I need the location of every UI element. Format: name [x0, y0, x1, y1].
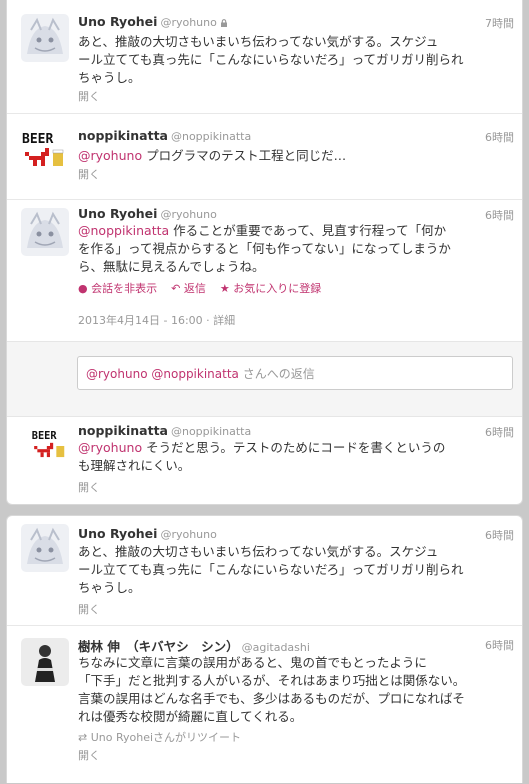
tweet-header: Uno Ryohei @ryohuno 7時間 — [78, 14, 514, 32]
screen-name[interactable]: @ryohuno — [160, 208, 216, 221]
timestamp[interactable]: 6時間 — [485, 424, 514, 440]
reply-area: @ryohuno @noppikinatta さんへの返信 — [7, 341, 522, 417]
tweet-header: 樹林 伸 （キバヤシ シン） @agitadashi 6時間 — [78, 636, 514, 654]
expand-link[interactable]: 開く — [78, 747, 100, 763]
tweet-line: を作る」って視点からすると「何も作ってない」になってしまうか — [78, 241, 451, 256]
tweet[interactable]: 樹林 伸 （キバヤシ シン） @agitadashi 6時間 ちなみに文章に言葉の… — [7, 626, 522, 784]
user-name[interactable]: noppikinatta — [78, 423, 168, 438]
expand-link[interactable]: 開く — [78, 601, 100, 617]
timestamp[interactable]: 6時間 — [485, 527, 514, 543]
conversation-block: Uno Ryohei @ryohuno 7時間 あと、推敲の大切さもいまいち伝わっ… — [6, 0, 523, 505]
user-name[interactable]: noppikinatta — [78, 128, 168, 143]
user-name[interactable]: Uno Ryohei — [78, 526, 157, 541]
tweet-text: あと、推敲の大切さもいまいち伝わってない気がする。スケジュ ール立てても真っ先に… — [78, 33, 504, 87]
tweet-header: noppikinatta @noppikinatta 6時間 — [78, 128, 514, 146]
conversation-block: Uno Ryohei @ryohuno 6時間 あと、推敲の大切さもいまいち伝わっ… — [6, 515, 523, 783]
timeline: Uno Ryohei @ryohuno 7時間 あと、推敲の大切さもいまいち伝わっ… — [0, 0, 529, 783]
avatar[interactable] — [21, 524, 69, 572]
tweet-header: Uno Ryohei @ryohuno 6時間 — [78, 526, 514, 544]
details-link[interactable]: 詳細 — [213, 314, 235, 327]
expand-link[interactable]: 開く — [78, 166, 100, 182]
tweet-line: ちゃうし。 — [78, 70, 141, 85]
tweet-text: @ryohuno プログラマのテスト工程と同じだ… — [78, 147, 504, 165]
retweet-icon: ⇄ — [78, 731, 88, 744]
tweet-line: 「下手」だと批判する人がいるが、それはあまり巧拙とは関係ない。 — [78, 673, 466, 688]
svg-text:BEER: BEER — [32, 430, 58, 442]
timestamp[interactable]: 6時間 — [485, 207, 514, 223]
tweet-line: も理解されにくい。 — [78, 458, 191, 473]
tweet-meta: 2013年4月14日 - 16:00 · 詳細 — [78, 314, 236, 327]
reply-input[interactable]: @ryohuno @noppikinatta さんへの返信 — [77, 356, 513, 390]
favorite-button[interactable]: ★ お気に入りに登録 — [220, 282, 321, 295]
tweet-text: あと、推敲の大切さもいまいち伝わってない気がする。スケジュ ール立てても真っ先に… — [78, 543, 504, 597]
tweet-body: プログラマのテスト工程と同じだ… — [142, 148, 347, 163]
screen-name[interactable]: @noppikinatta — [171, 425, 251, 438]
tweet[interactable]: BEER noppikinatta @noppikinatta 6時間 @ryoh… — [7, 114, 522, 200]
tweet-line: あと、推敲の大切さもいまいち伝わってない気がする。スケジュ — [78, 34, 439, 49]
tweet-line: あと、推敲の大切さもいまいち伝わってない気がする。スケジュ — [78, 544, 439, 559]
avatar[interactable] — [21, 14, 69, 62]
expand-link[interactable]: 開く — [78, 88, 100, 104]
tweet[interactable]: BEER noppikinatta @noppikinatta 6時間 @ryoh… — [7, 417, 522, 503]
tweet-text: @noppikinatta 作ることが重要であって、見直す行程って「何か を作る… — [78, 222, 504, 276]
timestamp[interactable]: 6時間 — [485, 129, 514, 145]
retweet-indicator: ⇄ Uno Ryoheiさんがリツイート — [78, 731, 242, 744]
tweet-line: そうだと思う。テストのためにコードを書くというの — [142, 440, 446, 455]
timestamp[interactable]: 6時間 — [485, 637, 514, 653]
lock-icon — [220, 19, 227, 27]
star-icon: ★ — [219, 282, 230, 295]
screen-name[interactable]: @ryohuno — [160, 528, 216, 541]
tweet-line: 作ることが重要であって、見直す行程って「何か — [169, 223, 447, 238]
user-name[interactable]: Uno Ryohei — [78, 14, 157, 29]
avatar[interactable] — [21, 208, 69, 256]
reply-arrow-icon: ↶ — [171, 282, 181, 295]
tweet[interactable]: Uno Ryohei @ryohuno 7時間 あと、推敲の大切さもいまいち伝わっ… — [7, 0, 522, 114]
tweet-line: ちなみに文章に言葉の誤用があると、鬼の首でもとったように — [78, 655, 427, 670]
avatar[interactable]: BEER — [31, 427, 69, 465]
tweet-actions: ● 会話を非表示 ↶ 返信 ★ お気に入りに登録 — [78, 280, 335, 296]
tweet-line: れは優秀な校閲が綺麗に直してくれる。 — [78, 709, 303, 724]
tweet-text: @ryohuno そうだと思う。テストのためにコードを書くというの も理解されに… — [78, 439, 504, 475]
user-name[interactable]: 樹林 伸 （キバヤシ シン） — [78, 639, 239, 654]
screen-name[interactable]: @agitadashi — [242, 641, 310, 654]
tweet-line: ール立てても真っ先に「こんなにいらないだろ」ってガリガリ削られ — [78, 562, 464, 577]
hide-conversation-button[interactable]: ● 会話を非表示 — [78, 282, 157, 295]
tweet-expanded[interactable]: Uno Ryohei @ryohuno 6時間 @noppikinatta 作るこ… — [7, 200, 522, 341]
mention-link[interactable]: @ryohuno — [78, 440, 142, 455]
timestamp[interactable]: 7時間 — [485, 15, 514, 31]
tweet-text: ちなみに文章に言葉の誤用があると、鬼の首でもとったように 「下手」だと批判する人… — [78, 654, 504, 726]
speech-bubble-icon: ● — [78, 282, 88, 295]
avatar[interactable]: BEER — [21, 128, 69, 176]
expand-link[interactable]: 開く — [78, 479, 100, 495]
mention-link[interactable]: @noppikinatta — [78, 223, 169, 238]
tweet-line: ちゃうし。 — [78, 580, 141, 595]
tweet[interactable]: Uno Ryohei @ryohuno 6時間 あと、推敲の大切さもいまいち伝わっ… — [7, 516, 522, 626]
screen-name[interactable]: @ryohuno — [160, 16, 216, 29]
user-name[interactable]: Uno Ryohei — [78, 206, 157, 221]
svg-text:BEER: BEER — [22, 132, 53, 147]
tweet-line: ール立てても真っ先に「こんなにいらないだろ」ってガリガリ削られ — [78, 52, 464, 67]
tweet-line: ら、無駄に見えるんでしょうね。 — [78, 259, 265, 274]
reply-button[interactable]: ↶ 返信 — [171, 282, 206, 295]
tweet-date[interactable]: 2013年4月14日 - 16:00 — [78, 314, 203, 327]
screen-name[interactable]: @noppikinatta — [171, 130, 251, 143]
tweet-line: 言葉の誤用はどんな名手でも、多少はあるものだが、プロになればそ — [78, 691, 465, 706]
mention-link[interactable]: @ryohuno — [78, 148, 142, 163]
avatar[interactable] — [21, 638, 69, 686]
